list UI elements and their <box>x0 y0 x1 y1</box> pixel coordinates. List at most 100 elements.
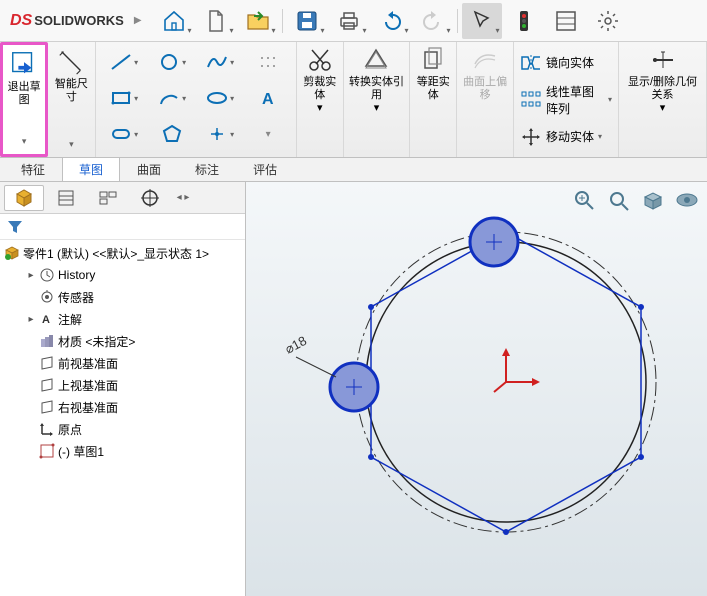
text-tool[interactable]: A <box>244 80 292 116</box>
feature-tree-panel: ◂ ▸ 零件1 (默认) <<默认>_显示状态 1> ▸History 传感器 … <box>0 182 246 596</box>
select-tool-button[interactable]: ▾ <box>462 3 502 39</box>
tab-features[interactable]: 特征 <box>4 157 62 181</box>
convert-button[interactable]: 转换实体引用 ▾ <box>344 42 410 157</box>
offset-button[interactable]: 等距实体 <box>410 42 457 157</box>
origin-triad <box>494 348 540 392</box>
tree-sketch1-label: (-) 草图1 <box>58 443 104 460</box>
dropdown-icon[interactable]: ▾ <box>69 138 74 151</box>
app-logo: DS SOLIDWORKS <box>4 12 130 30</box>
ribbon-tabs: 特征 草图 曲面 标注 评估 <box>0 158 707 182</box>
svg-text:A: A <box>262 91 274 108</box>
tab-sketch[interactable]: 草图 <box>62 157 120 181</box>
logo-solid: SOLID <box>34 13 74 28</box>
filter-icon[interactable] <box>6 218 24 236</box>
tree-sketch1[interactable]: (-) 草图1 <box>0 440 245 462</box>
tree-material-label: 材质 <未指定> <box>58 333 135 350</box>
redo-button[interactable]: ▾ <box>413 3 453 39</box>
quick-access-toolbar: ▾ ▾ ▾ ▾ ▾ ▾ ▾ ▾ <box>154 3 628 39</box>
open-button[interactable]: ▾ <box>238 3 278 39</box>
ribbon: 退出草图 ▾ 智能尺寸 ▾ ▾ ▾ ▾ ▾ ▾ ▾ A ▾ ▾ ▾ 剪裁实体 ▾… <box>0 42 707 158</box>
settings-button[interactable] <box>588 3 628 39</box>
tab-surface[interactable]: 曲面 <box>120 157 178 181</box>
exit-sketch-button[interactable]: 退出草图 ▾ <box>0 42 48 157</box>
exit-sketch-label: 退出草图 <box>5 81 43 107</box>
feature-tree-tab[interactable] <box>4 185 44 211</box>
save-button[interactable]: ▾ <box>287 3 327 39</box>
logo-ds: DS <box>10 12 32 30</box>
panel-tabs: ◂ ▸ <box>0 182 245 214</box>
tab-evaluate[interactable]: 评估 <box>236 157 294 181</box>
tree-root-label: 零件1 (默认) <<默认>_显示状态 1> <box>23 245 209 262</box>
undo-button[interactable]: ▾ <box>371 3 411 39</box>
dimension-text: ⌀18 <box>282 333 309 357</box>
svg-text:A: A <box>42 314 50 326</box>
mirror-label: 镜向实体 <box>546 54 594 71</box>
ellipse-tool[interactable]: ▾ <box>196 80 244 116</box>
new-button[interactable]: ▾ <box>196 3 236 39</box>
move-label: 移动实体 <box>546 128 594 145</box>
tree-sensors-label: 传感器 <box>58 289 94 306</box>
tree-right-label: 右视基准面 <box>58 399 118 416</box>
show-relations-button[interactable]: 显示/删除几何关系 ▾ <box>619 42 707 157</box>
property-manager-tab[interactable] <box>46 185 86 211</box>
tree-annotations[interactable]: ▸A注解 <box>0 308 245 330</box>
dimxpert-tab[interactable] <box>130 185 170 211</box>
offset-label: 等距实体 <box>414 76 452 102</box>
linear-pattern-button[interactable]: 线性草图阵列▾ <box>520 84 612 116</box>
print-button[interactable]: ▾ <box>329 3 369 39</box>
tree-top-plane[interactable]: 上视基准面 <box>0 374 245 396</box>
circle-tool[interactable]: ▾ <box>148 44 196 80</box>
tree-root[interactable]: 零件1 (默认) <<默认>_显示状态 1> <box>0 242 245 264</box>
feature-tree: 零件1 (默认) <<默认>_显示状态 1> ▸History 传感器 ▸A注解… <box>0 240 245 596</box>
trim-label: 剪裁实体 <box>301 76 339 102</box>
surface-offset-button: 曲面上偏移 <box>457 42 514 157</box>
tree-sensors[interactable]: 传感器 <box>0 286 245 308</box>
tree-right-plane[interactable]: 右视基准面 <box>0 396 245 418</box>
panel-overflow[interactable]: ◂ ▸ <box>172 185 194 211</box>
move-button[interactable]: 移动实体▾ <box>520 121 612 153</box>
separator <box>282 9 283 33</box>
titlebar: DS SOLIDWORKS ▶ ▾ ▾ ▾ ▾ ▾ ▾ ▾ ▾ <box>0 0 707 42</box>
tree-history[interactable]: ▸History <box>0 264 245 286</box>
tree-origin-label: 原点 <box>58 421 82 438</box>
polygon-tool[interactable] <box>148 116 196 152</box>
dropdown-spacer[interactable]: ▾ <box>244 116 292 152</box>
tree-top-label: 上视基准面 <box>58 377 118 394</box>
smart-dimension-button[interactable]: 智能尺寸 ▾ <box>48 42 96 157</box>
linear-pattern-label: 线性草图阵列 <box>546 83 604 117</box>
slot-tool[interactable]: ▾ <box>100 116 148 152</box>
home-button[interactable]: ▾ <box>154 3 194 39</box>
tree-front-plane[interactable]: 前视基准面 <box>0 352 245 374</box>
spline-tool[interactable]: ▾ <box>196 44 244 80</box>
mirror-button[interactable]: 镜向实体 <box>520 47 612 79</box>
config-manager-tab[interactable] <box>88 185 128 211</box>
convert-label: 转换实体引用 <box>348 76 405 102</box>
tab-annotation[interactable]: 标注 <box>178 157 236 181</box>
options-button[interactable] <box>546 3 586 39</box>
line-tool[interactable]: ▾ <box>100 44 148 80</box>
tree-filter-bar <box>0 214 245 240</box>
tree-ann-label: 注解 <box>58 311 82 328</box>
workarea: ◂ ▸ 零件1 (默认) <<默认>_显示状态 1> ▸History 传感器 … <box>0 182 707 596</box>
graphics-canvas[interactable]: ⌀18 <box>246 182 707 596</box>
trim-button[interactable]: 剪裁实体 ▾ <box>297 42 344 157</box>
arc-tool[interactable]: ▾ <box>148 80 196 116</box>
sketch-drawing: ⌀18 <box>246 182 707 596</box>
dropdown-icon[interactable]: ▾ <box>22 135 27 148</box>
pattern-tool[interactable] <box>244 44 292 80</box>
tree-front-label: 前视基准面 <box>58 355 118 372</box>
show-relations-label: 显示/删除几何关系 <box>623 76 702 102</box>
surface-offset-label: 曲面上偏移 <box>461 76 509 102</box>
separator <box>457 9 458 33</box>
tree-origin[interactable]: 原点 <box>0 418 245 440</box>
smart-dimension-label: 智能尺寸 <box>50 78 93 104</box>
tree-history-label: History <box>58 268 95 282</box>
tree-material[interactable]: 材质 <未指定> <box>0 330 245 352</box>
transform-tools: 镜向实体 线性草图阵列▾ 移动实体▾ <box>514 42 619 157</box>
app-menu-dropdown[interactable]: ▶ <box>134 15 142 26</box>
logo-works: WORKS <box>74 13 124 28</box>
rectangle-tool[interactable]: ▾ <box>100 80 148 116</box>
traffic-light-icon[interactable] <box>504 3 544 39</box>
sketch-tools-grid: ▾ ▾ ▾ ▾ ▾ ▾ A ▾ ▾ ▾ <box>96 42 297 157</box>
point-tool[interactable]: ▾ <box>196 116 244 152</box>
